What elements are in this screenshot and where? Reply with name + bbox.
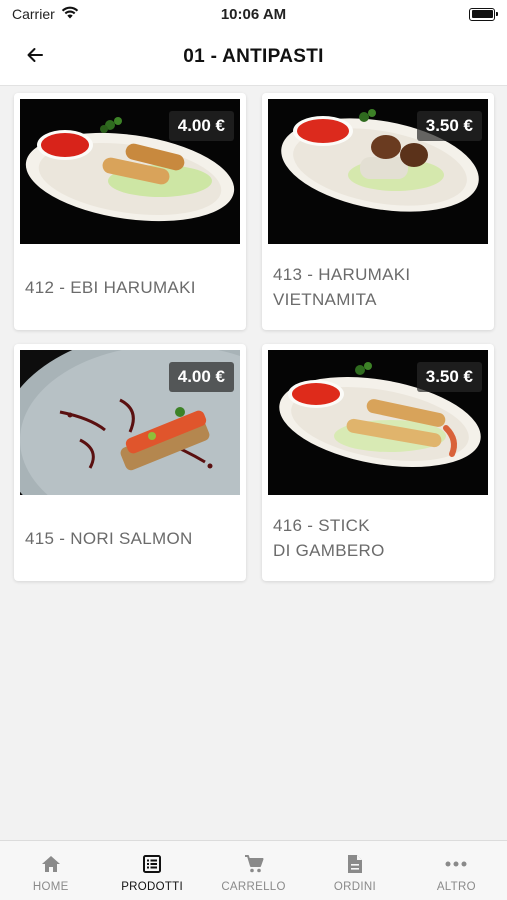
price-tag: 4.00 € bbox=[168, 111, 234, 141]
nav-item-carrello[interactable]: CARRELLO bbox=[203, 841, 304, 900]
nav-item-ordini[interactable]: ORDINI bbox=[304, 841, 405, 900]
product-name: 413 - HARUMAKI VIETNAMITA bbox=[273, 265, 411, 309]
arrow-left-icon bbox=[26, 46, 44, 69]
product-name: 412 - EBI HARUMAKI bbox=[25, 277, 196, 297]
nav-item-home[interactable]: HOME bbox=[0, 841, 101, 900]
bottom-nav: HOME PRODOTTI CARRELLO ORDINI ALTRO bbox=[0, 840, 507, 900]
product-image: 3.50 € bbox=[268, 350, 488, 495]
status-time: 10:06 AM bbox=[220, 5, 287, 23]
more-icon bbox=[445, 853, 467, 875]
price-tag: 3.50 € bbox=[416, 362, 482, 392]
product-grid: 4.00 € 412 - EBI HARUMAKI 3.50 € 413 - H… bbox=[14, 93, 494, 581]
wifi-icon bbox=[61, 6, 79, 22]
document-icon bbox=[347, 853, 363, 875]
product-name: 415 - NORI SALMON bbox=[25, 528, 193, 548]
product-card[interactable]: 4.00 € 415 - NORI SALMON bbox=[14, 344, 246, 581]
product-image: 4.00 € bbox=[20, 99, 240, 244]
status-bar: Carrier 10:06 AM bbox=[0, 0, 507, 28]
nav-label-ordini: ORDINI bbox=[333, 881, 376, 893]
product-image: 3.50 € bbox=[268, 99, 488, 244]
cart-icon bbox=[244, 853, 264, 875]
nav-item-prodotti[interactable]: PRODOTTI bbox=[101, 841, 202, 900]
product-image: 4.00 € bbox=[20, 350, 240, 495]
product-card[interactable]: 3.50 € 413 - HARUMAKI VIETNAMITA bbox=[262, 93, 494, 330]
price-tag: 3.50 € bbox=[416, 111, 482, 141]
status-right bbox=[335, 7, 498, 21]
nav-item-altro[interactable]: ALTRO bbox=[406, 841, 507, 900]
back-button[interactable] bbox=[20, 42, 50, 72]
nav-label-home: HOME bbox=[32, 881, 69, 893]
app-header: 01 - ANTIPASTI bbox=[0, 28, 507, 86]
battery-icon bbox=[469, 7, 498, 21]
list-icon bbox=[143, 853, 162, 875]
product-card[interactable]: 4.00 € 412 - EBI HARUMAKI bbox=[14, 93, 246, 330]
page-title: 01 - ANTIPASTI bbox=[183, 45, 324, 67]
product-card[interactable]: 3.50 € 416 - STICK DI GAMBERO bbox=[262, 344, 494, 581]
nav-label-altro: ALTRO bbox=[436, 881, 476, 893]
nav-label-carrello: CARRELLO bbox=[221, 881, 286, 893]
carrier-label: Carrier bbox=[12, 6, 55, 22]
product-name: 416 - STICK DI GAMBERO bbox=[273, 516, 385, 560]
home-icon bbox=[41, 853, 61, 875]
nav-label-prodotti: PRODOTTI bbox=[121, 881, 184, 893]
status-left: Carrier bbox=[12, 6, 172, 22]
price-tag: 4.00 € bbox=[168, 362, 234, 392]
